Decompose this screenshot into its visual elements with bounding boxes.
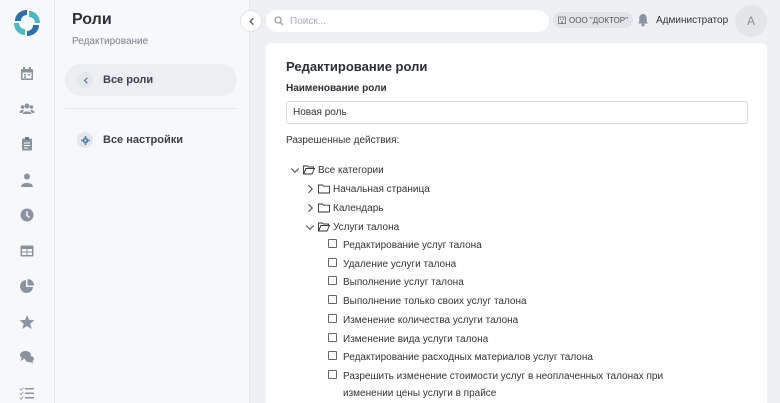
sidebar-item-all-roles[interactable]: Все роли — [65, 64, 237, 96]
doctor-icon[interactable] — [18, 171, 36, 189]
allowed-actions-label: Разрешенные действия: — [286, 135, 400, 146]
sidebar-item-label: Все роли — [103, 74, 154, 86]
permission-label: Редактирование услуг талона — [343, 240, 482, 251]
permission-checkbox[interactable] — [328, 239, 337, 248]
table-icon[interactable] — [18, 242, 36, 260]
folder-open-icon — [317, 222, 331, 232]
users-icon[interactable] — [18, 100, 36, 118]
pie-chart-icon[interactable] — [18, 277, 36, 295]
building-icon — [558, 16, 566, 24]
search-icon — [274, 16, 284, 26]
collapse-sidebar-button[interactable] — [240, 10, 262, 32]
notifications-button[interactable] — [636, 13, 650, 27]
role-name-label: Наименование роли — [286, 83, 387, 94]
sidebar-title: Роли — [72, 11, 112, 28]
sidebar-divider — [65, 108, 237, 109]
app-logo[interactable] — [12, 8, 42, 38]
folder-icon — [318, 184, 330, 194]
chevron-left-icon — [248, 17, 254, 25]
permission-checkbox[interactable] — [328, 295, 337, 304]
permission-checkbox[interactable] — [328, 314, 337, 323]
folder-open-icon — [302, 165, 316, 175]
permission-label: Редактирование расходных материалов услу… — [343, 352, 593, 363]
permission-item[interactable]: Редактирование расходных материалов услу… — [328, 349, 593, 363]
permission-checkbox[interactable] — [328, 351, 337, 360]
tree-node-label: Услуги талона — [333, 221, 400, 233]
permission-item[interactable]: Выполнение услуг талона — [328, 274, 464, 288]
permission-checkbox[interactable] — [328, 333, 337, 342]
clock-icon[interactable] — [18, 206, 36, 224]
permission-label: Выполнение только своих услуг талона — [343, 296, 527, 307]
permission-label: Разрешить изменение стоимости услуг в не… — [343, 371, 664, 399]
tree-node-category[interactable]: Календарь — [305, 201, 383, 215]
chevron-right-icon[interactable] — [305, 203, 315, 213]
permission-item[interactable]: Разрешить изменение стоимости услуг в не… — [328, 368, 708, 403]
permission-item[interactable]: Удаление услуги талона — [328, 256, 456, 270]
tree-node-category[interactable]: Услуги талона — [305, 220, 399, 234]
search-bar[interactable] — [266, 10, 549, 32]
permission-item[interactable]: Редактирование услуг талона — [328, 237, 482, 251]
star-icon[interactable] — [18, 313, 36, 331]
permission-label: Выполнение услуг талона — [343, 277, 464, 288]
user-name[interactable]: Администратор — [656, 15, 728, 26]
calendar-icon[interactable] — [18, 65, 36, 83]
permission-item[interactable]: Изменение количества услуги талона — [328, 312, 518, 326]
permission-label: Изменение количества услуги талона — [343, 315, 519, 326]
checklist-icon[interactable] — [18, 384, 36, 402]
role-edit-card: Редактирование роли Наименование роли Ра… — [266, 43, 767, 403]
sidebar-item-all-settings[interactable]: Все настройки — [65, 124, 237, 156]
tree-node-label: Календарь — [333, 202, 384, 214]
chevron-left-icon — [77, 72, 93, 88]
permission-item[interactable]: Изменение вида услуги талона — [328, 331, 488, 345]
permission-item[interactable]: Выполнение только своих услуг талона — [328, 293, 527, 307]
chevron-down-icon[interactable] — [305, 222, 315, 232]
avatar[interactable]: А — [735, 5, 767, 37]
permission-checkbox[interactable] — [328, 370, 337, 379]
permission-checkbox[interactable] — [328, 276, 337, 285]
gear-icon — [77, 132, 93, 148]
search-input[interactable] — [290, 15, 530, 27]
sidebar-subtitle: Редактирование — [72, 36, 149, 47]
chat-icon[interactable] — [18, 348, 36, 366]
clipboard-icon[interactable] — [18, 135, 36, 153]
icon-rail — [0, 0, 55, 403]
settings-sidebar: Роли Редактирование Все роли Все настрой… — [55, 0, 250, 403]
permission-checkbox[interactable] — [328, 258, 337, 267]
tree-node-label: Все категории — [318, 164, 384, 176]
organization-badge[interactable]: ООО "ДОКТОР" — [553, 12, 633, 28]
page-title: Редактирование роли — [286, 59, 428, 74]
chevron-down-icon[interactable] — [290, 165, 300, 175]
bell-icon — [638, 14, 648, 27]
permission-label: Изменение вида услуги талона — [343, 334, 489, 345]
tree-node-category[interactable]: Начальная страница — [305, 182, 430, 196]
folder-icon — [318, 203, 330, 213]
chevron-right-icon[interactable] — [305, 184, 315, 194]
organization-name: ООО "ДОКТОР" — [569, 15, 628, 25]
tree-node-root[interactable]: Все категории — [290, 163, 384, 177]
tree-node-label: Начальная страница — [333, 183, 430, 195]
sidebar-item-label: Все настройки — [103, 134, 183, 146]
role-name-input[interactable] — [286, 101, 748, 124]
permission-label: Удаление услуги талона — [343, 259, 457, 270]
